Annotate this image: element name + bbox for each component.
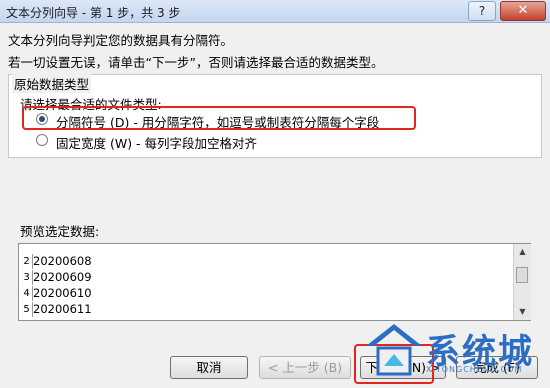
watermark-house-icon [366, 324, 422, 376]
preview-label: 预览选定数据: [20, 224, 100, 239]
cancel-button[interactable]: 取消 [170, 356, 248, 379]
row-number: 3 [21, 270, 33, 285]
intro-line-1: 文本分列向导判定您的数据具有分隔符。 [8, 33, 234, 48]
watermark-logo: 系统城 XITONGCHENG.COM [364, 318, 550, 388]
radio-fixed-width-indicator[interactable] [36, 134, 48, 146]
group-label: 原始数据类型 [12, 74, 92, 93]
window-title: 文本分列向导 - 第 1 步，共 3 步 [6, 6, 181, 20]
close-button[interactable]: ✕ [500, 1, 546, 21]
highlight-box-delimited [22, 106, 416, 130]
radio-fixed-width-label: 固定宽度 (W) - 每列字段加空格对齐 [56, 136, 258, 151]
back-button[interactable]: < 上一步 (B) [259, 356, 351, 379]
help-button[interactable]: ? [468, 1, 496, 21]
row-value: 20200610 [33, 286, 92, 300]
scroll-thumb[interactable] [516, 267, 528, 283]
watermark-subtext: XITONGCHENG.COM [426, 365, 523, 374]
scroll-up-arrow-icon[interactable]: ▲ [514, 244, 531, 260]
preview-scrollbar[interactable]: ▲ ▼ [513, 244, 531, 320]
row-value: 20200608 [33, 254, 92, 268]
row-number: 4 [21, 286, 33, 301]
intro-line-2: 若一切设置无误，请单击“下一步”，否则请选择最合适的数据类型。 [8, 55, 384, 70]
title-bar: 文本分列向导 - 第 1 步，共 3 步 ? ✕ [0, 0, 550, 23]
row-number: 2 [21, 254, 33, 269]
row-value: 20200611 [33, 302, 92, 316]
text-import-wizard-dialog: 文本分列向导 - 第 1 步，共 3 步 ? ✕ 文本分列向导判定您的数据具有分… [0, 0, 550, 388]
row-number: 5 [21, 302, 33, 317]
row-value: 20200609 [33, 270, 92, 284]
preview-area: 2 20200608 3 20200609 4 20200610 5 20200… [18, 243, 531, 321]
